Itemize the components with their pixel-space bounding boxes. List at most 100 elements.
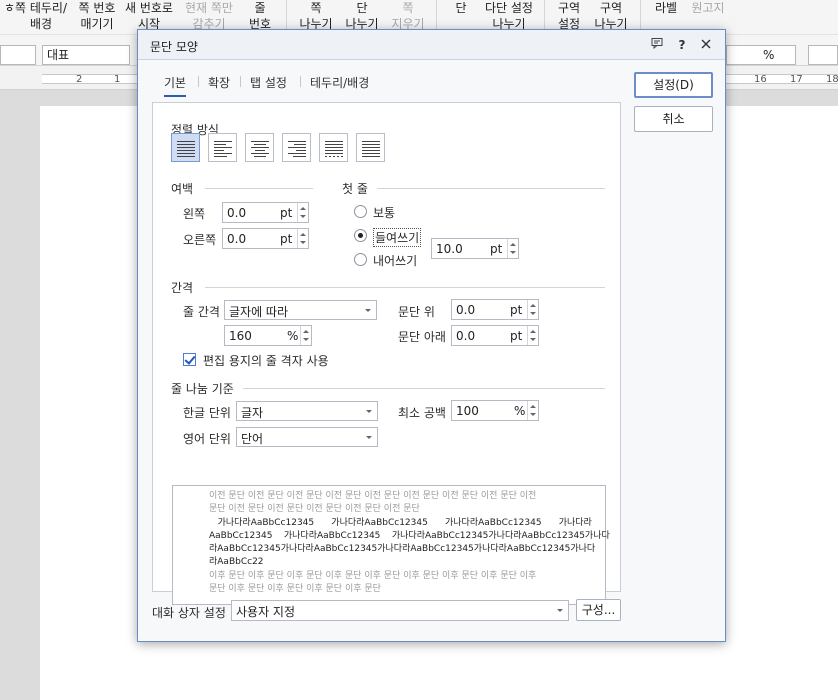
ribbon-column-button[interactable]: 단 <box>448 0 474 16</box>
spin-down-icon[interactable] <box>300 215 306 218</box>
spin-up-icon[interactable] <box>300 233 306 236</box>
distribute-icon[interactable] <box>319 133 348 162</box>
line-spacing-type-combo[interactable]: 글자에 따라 <box>224 300 377 320</box>
first-line-normal-label: 보통 <box>373 206 396 220</box>
space-above-spinner[interactable]: 0.0 pt <box>451 299 539 320</box>
korean-unit-value: 글자 <box>241 406 264 420</box>
divide-icon[interactable] <box>356 133 385 162</box>
first-line-indent-radio[interactable] <box>354 229 367 242</box>
spin-up-icon[interactable] <box>530 330 536 333</box>
style-combo-value: 대표 <box>47 48 70 62</box>
cancel-button[interactable]: 취소 <box>634 106 713 132</box>
korean-unit-combo[interactable]: 글자 <box>236 401 378 421</box>
align-left-icon[interactable] <box>208 133 237 162</box>
spin-up-icon[interactable] <box>300 207 306 210</box>
tab-extended[interactable]: 확장 <box>208 74 230 91</box>
english-unit-combo[interactable]: 단어 <box>236 427 378 447</box>
space-below-value: 0.0 <box>456 329 476 343</box>
spacing-title: 간격 <box>171 281 194 295</box>
margin-left-spinner[interactable]: 0.0 pt <box>222 202 309 223</box>
help-icon[interactable]: ? <box>673 36 691 54</box>
justify-icon[interactable] <box>171 133 200 162</box>
zoom-combo[interactable]: % <box>726 45 796 65</box>
zoom-unit: % <box>763 48 775 62</box>
margin-left-label: 왼쪽 <box>183 207 206 221</box>
ribbon-section-break-button[interactable]: 구역 나누기 <box>592 0 630 32</box>
spin-down-icon[interactable] <box>300 241 306 244</box>
ribbon-column-break-button[interactable]: 단 나누기 <box>342 0 382 32</box>
space-below-label: 문단 아래 <box>398 330 446 344</box>
tab-tab-settings[interactable]: 탭 설정 <box>250 74 287 91</box>
preview-prev-line: 이전 문단 이전 문단 이전 문단 이전 문단 이전 문단 이전 문단 이전 문… <box>209 491 537 501</box>
spin-up-icon[interactable] <box>530 405 536 408</box>
space-below-unit: pt <box>510 329 523 343</box>
ruler-number: 16 <box>754 74 767 85</box>
line-spacing-value-spinner[interactable]: 160 % <box>224 325 312 346</box>
line-spacing-label: 줄 간격 <box>183 305 220 319</box>
first-line-indent-spinner[interactable]: 10.0 pt <box>431 238 519 259</box>
ribbon-label-button[interactable]: 라벨 <box>650 0 682 16</box>
ribbon-page-break-button[interactable]: 쪽 나누기 <box>296 0 336 32</box>
spin-down-icon[interactable] <box>303 338 309 341</box>
dialog-titlebar[interactable]: 문단 모양 ? <box>138 30 725 60</box>
chevron-down-icon <box>557 609 563 612</box>
align-right-icon[interactable] <box>282 133 311 162</box>
ribbon-delete-page-button[interactable]: 쪽 지우기 <box>388 0 428 32</box>
spin-down-icon[interactable] <box>530 338 536 341</box>
line-grid-label: 편집 용지의 줄 격자 사용 <box>203 354 329 368</box>
ruler-number: 1 <box>114 74 121 85</box>
dialog-title: 문단 모양 <box>150 40 198 54</box>
min-space-label: 최소 공백 <box>398 406 446 420</box>
first-line-normal-radio[interactable] <box>354 205 367 218</box>
ribbon-new-number-button[interactable]: 새 번호로 시작 <box>124 0 174 32</box>
space-above-unit: pt <box>510 303 523 317</box>
ruler-number: 17 <box>790 74 803 85</box>
spin-up-icon[interactable] <box>303 330 309 333</box>
space-below-spinner[interactable]: 0.0 pt <box>451 325 539 346</box>
spin-down-icon[interactable] <box>530 312 536 315</box>
ribbon-page-number-button[interactable]: 쪽 번호 매기기 <box>74 0 120 32</box>
align-center-icon[interactable] <box>245 133 274 162</box>
preview-prev-line: 문단 이전 문단 이전 문단 이전 문단 이전 문단 이전 문단 <box>209 504 420 514</box>
font-combo-partial[interactable] <box>0 45 36 65</box>
ribbon-line-number-button[interactable]: 줄 번호 <box>242 0 278 32</box>
close-icon[interactable] <box>697 36 715 54</box>
preset-config-button[interactable]: 구성... <box>576 599 621 621</box>
space-above-value: 0.0 <box>456 303 476 317</box>
min-space-unit: % <box>514 404 526 418</box>
paragraph-shape-dialog: 문단 모양 ? 기본 확장 탭 설정 테두리/배경 설정(D) 취소 정렬 방식 <box>137 29 726 642</box>
margin-right-value: 0.0 <box>227 232 247 246</box>
preset-value: 사용자 지정 <box>236 605 296 619</box>
ribbon-multi-column-button[interactable]: 다단 설정 나누기 <box>480 0 538 32</box>
ribbon-hide-page-button[interactable]: 현재 쪽만 감추기 <box>182 0 236 32</box>
english-unit-value: 단어 <box>241 432 264 446</box>
first-line-indent-value: 10.0 <box>436 242 463 256</box>
margin-right-spinner[interactable]: 0.0 pt <box>222 228 309 249</box>
toolbar-combo-partial[interactable] <box>808 45 838 65</box>
spin-down-icon[interactable] <box>530 413 536 416</box>
space-above-label: 문단 위 <box>398 305 435 319</box>
style-combo[interactable]: 대표 <box>42 45 130 65</box>
preview-current-line: 가나다라AaBbCc12345 가나다라AaBbCc12345 가나다라AaBb… <box>209 518 592 528</box>
ribbon-section-settings-button[interactable]: 구역 설정 <box>552 0 586 32</box>
spin-up-icon[interactable] <box>510 243 516 246</box>
margin-right-unit: pt <box>280 232 293 246</box>
line-grid-checkbox[interactable] <box>183 353 196 366</box>
ribbon-page-border-button[interactable]: 쪽 테두리/ 배경 <box>14 0 68 32</box>
preset-combo[interactable]: 사용자 지정 <box>231 600 569 621</box>
min-space-spinner[interactable]: 100 % <box>451 400 539 421</box>
tab-border-background[interactable]: 테두리/배경 <box>310 74 369 91</box>
ribbon-manuscript-button[interactable]: 원고지 <box>688 0 728 16</box>
ok-button[interactable]: 설정(D) <box>634 72 713 98</box>
first-line-hanging-radio[interactable] <box>354 253 367 266</box>
chevron-down-icon <box>366 436 372 439</box>
preset-label: 대화 상자 설정 <box>152 606 226 620</box>
spin-down-icon[interactable] <box>510 251 516 254</box>
line-break-title: 줄 나눔 기준 <box>171 382 234 396</box>
tab-basic[interactable]: 기본 <box>164 74 187 97</box>
comment-icon[interactable] <box>648 36 666 54</box>
preview-current-line: 라AaBbCc22 <box>209 557 264 567</box>
margin-left-value: 0.0 <box>227 206 247 220</box>
first-line-title: 첫 줄 <box>342 182 368 196</box>
spin-up-icon[interactable] <box>530 304 536 307</box>
